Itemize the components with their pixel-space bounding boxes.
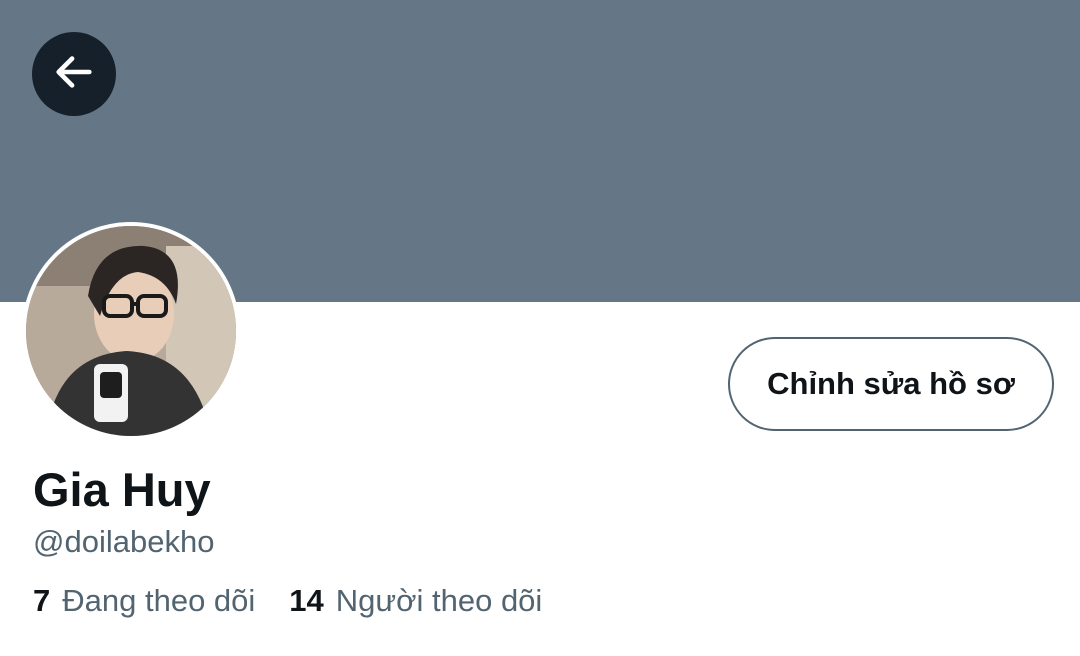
following-link[interactable]: 7 Đang theo dõi: [33, 581, 255, 621]
display-name: Gia Huy: [33, 463, 211, 516]
back-button[interactable]: [32, 32, 116, 116]
following-count: 7: [33, 583, 51, 618]
followers-link[interactable]: 14 Người theo dõi: [289, 581, 542, 621]
following-label: Đang theo dõi: [62, 583, 256, 618]
followers-count: 14: [289, 583, 324, 618]
edit-profile-button[interactable]: Chỉnh sửa hồ sơ: [728, 337, 1054, 431]
profile-avatar[interactable]: [22, 222, 240, 440]
user-handle: @doilabekho: [33, 524, 215, 559]
follow-stats: 7 Đang theo dõi 14 Người theo dõi: [33, 581, 542, 621]
arrow-left-icon: [51, 49, 97, 100]
avatar-photo: [26, 226, 236, 436]
followers-label: Người theo dõi: [335, 583, 543, 618]
